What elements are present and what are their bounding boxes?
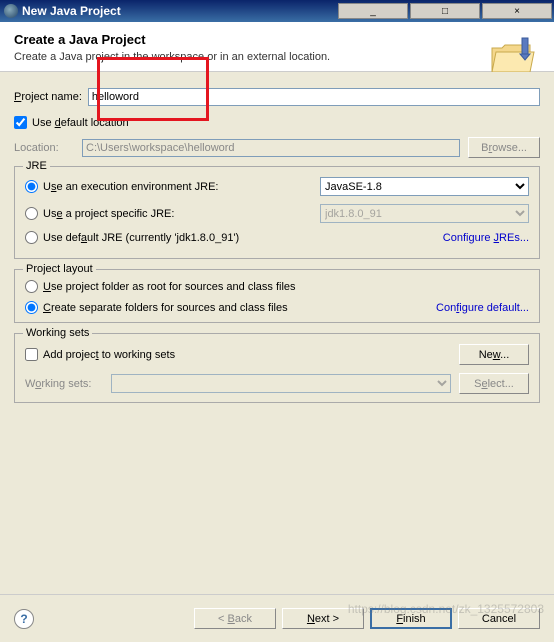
back-button: < Back: [194, 608, 276, 629]
working-sets-label: Working sets:: [25, 378, 105, 390]
exec-env-radio[interactable]: [25, 180, 38, 193]
wizard-banner-icon: [490, 36, 540, 76]
location-input: [82, 139, 460, 157]
window-controls: _ □ ×: [338, 3, 552, 19]
working-sets-group: Working sets Add project to working sets…: [14, 333, 540, 403]
project-layout-legend: Project layout: [23, 263, 96, 275]
app-icon: [4, 4, 18, 18]
dialog-content: PProject name:roject name: Use default l…: [0, 72, 554, 612]
working-sets-legend: Working sets: [23, 327, 92, 339]
browse-button: Browse...: [468, 137, 540, 158]
root-folder-radio[interactable]: [25, 280, 38, 293]
select-working-set-button: Select...: [459, 373, 529, 394]
close-button[interactable]: ×: [482, 3, 552, 19]
exec-env-label: Use an execution environment JRE:: [43, 181, 219, 193]
default-jre-label: Use default JRE (currently 'jdk1.8.0_91'…: [43, 232, 239, 244]
jre-group: JRE Use an execution environment JRE: Us…: [14, 166, 540, 259]
add-to-working-sets-checkbox[interactable]: [25, 348, 38, 361]
location-label: Location:: [14, 142, 76, 154]
configure-jres-link[interactable]: Configure JREs...: [443, 232, 529, 244]
window-title: New Java Project: [22, 4, 338, 18]
add-to-working-sets-label: Add project to working sets: [43, 349, 175, 361]
project-jre-select: jdk1.8.0_91: [320, 204, 529, 223]
root-folder-label: Use project folder as root for sources a…: [43, 281, 296, 293]
working-sets-select: [111, 374, 451, 393]
project-jre-radio[interactable]: [25, 207, 38, 220]
dialog-header: Create a Java Project Create a Java proj…: [0, 22, 554, 72]
project-name-label: PProject name:roject name:: [14, 91, 82, 103]
configure-default-link[interactable]: Configure default...: [436, 302, 529, 314]
use-default-location-checkbox[interactable]: [14, 116, 27, 129]
page-title: Create a Java Project: [14, 32, 540, 47]
watermark: https://blog.csdn.net/zk_1325572803: [348, 602, 544, 616]
maximize-button[interactable]: □: [410, 3, 480, 19]
project-layout-group: Project layout Use project folder as roo…: [14, 269, 540, 323]
project-name-input[interactable]: [88, 88, 540, 106]
use-default-location-label: Use default location: [32, 117, 129, 129]
project-jre-label: Use a project specific JRE:: [43, 208, 174, 220]
minimize-button[interactable]: _: [338, 3, 408, 19]
jre-legend: JRE: [23, 160, 50, 172]
separate-folders-label: Create separate folders for sources and …: [43, 302, 288, 314]
default-jre-radio[interactable]: [25, 231, 38, 244]
page-subtitle: Create a Java project in the workspace o…: [14, 51, 540, 63]
help-button[interactable]: ?: [14, 609, 34, 629]
new-working-set-button[interactable]: New...: [459, 344, 529, 365]
separate-folders-radio[interactable]: [25, 301, 38, 314]
exec-env-select[interactable]: JavaSE-1.8: [320, 177, 529, 196]
title-bar: New Java Project _ □ ×: [0, 0, 554, 22]
